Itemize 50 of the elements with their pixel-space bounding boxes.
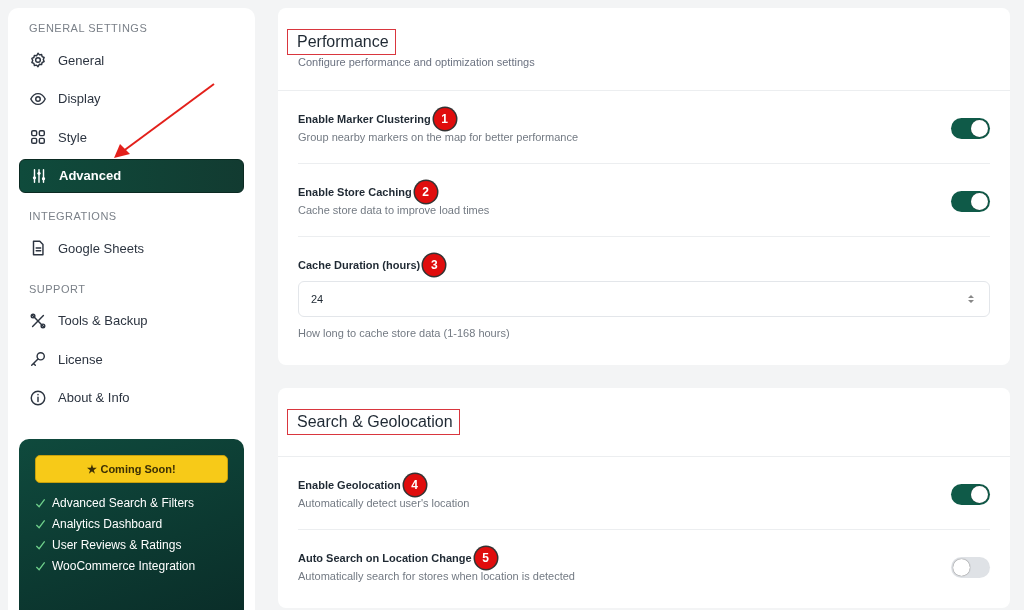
- help-text: How long to cache store data (1-168 hours): [298, 327, 511, 339]
- setting-description: Cache store data to improve load times: [298, 204, 491, 216]
- feature-text: WooCommerce Integration: [52, 559, 196, 573]
- key-icon: [29, 350, 47, 368]
- number-badge: 5: [474, 547, 497, 569]
- tools-icon: [29, 311, 47, 330]
- setting-description: Automatically detect user's location: [298, 497, 471, 509]
- feature-text: Advanced Search & Filters: [52, 496, 195, 510]
- spinner-icon: [967, 293, 975, 305]
- nav-item[interactable]: About & Info: [19, 380, 244, 415]
- sliders-icon: [30, 166, 48, 185]
- setting-label: Auto Search on Location Change: [298, 552, 472, 564]
- toggle-switch[interactable]: [951, 556, 990, 578]
- section-title: Performance: [288, 30, 395, 54]
- coming-soon-button[interactable]: ★ Coming Soon!: [35, 455, 228, 483]
- check-icon: [35, 497, 46, 509]
- setting-description: Group nearby markers on the map for better performance: [298, 131, 580, 143]
- nav-item[interactable]: Tools & Backup: [19, 303, 244, 338]
- section-heading: SUPPORT: [28, 282, 87, 295]
- check-icon: [35, 539, 46, 551]
- nav-item[interactable]: License: [19, 342, 244, 376]
- feature-text: Analytics Dashboard: [52, 517, 163, 531]
- toggle-switch[interactable]: [951, 117, 990, 139]
- nav-item[interactable]: Display: [19, 81, 244, 116]
- nav-item[interactable]: Advanced: [19, 158, 244, 193]
- grid-icon: [29, 128, 47, 146]
- check-icon: [35, 518, 46, 530]
- toggle-switch[interactable]: [951, 190, 990, 212]
- setting-label: Enable Store Caching: [298, 186, 412, 198]
- number-badge: 3: [423, 254, 446, 276]
- toggle-switch[interactable]: [951, 483, 990, 505]
- feature-text: User Reviews & Ratings: [52, 538, 182, 552]
- gear-icon: [29, 51, 47, 69]
- setting-label: Enable Marker Clustering: [298, 113, 431, 125]
- setting-label: Cache Duration (hours): [298, 259, 421, 271]
- number-field[interactable]: 24: [298, 281, 990, 317]
- section-title: Search & Geolocation: [288, 410, 459, 434]
- section-heading: GENERAL SETTINGS: [28, 22, 149, 34]
- number-badge: 4: [403, 474, 426, 496]
- setting-label: Enable Geolocation: [298, 479, 401, 491]
- nav-item[interactable]: Style: [19, 120, 244, 154]
- nav-item[interactable]: Google Sheets: [19, 231, 244, 265]
- check-icon: [35, 560, 46, 572]
- info-icon: [29, 388, 47, 407]
- setting-description: Automatically search for stores when location is detected: [298, 570, 576, 582]
- number-badge: 1: [433, 108, 456, 130]
- section-subtitle: Configure performance and optimization settings: [298, 56, 536, 68]
- section-heading: INTEGRATIONS: [28, 210, 118, 222]
- number-badge: 2: [414, 181, 437, 203]
- nav-item[interactable]: General: [19, 43, 244, 77]
